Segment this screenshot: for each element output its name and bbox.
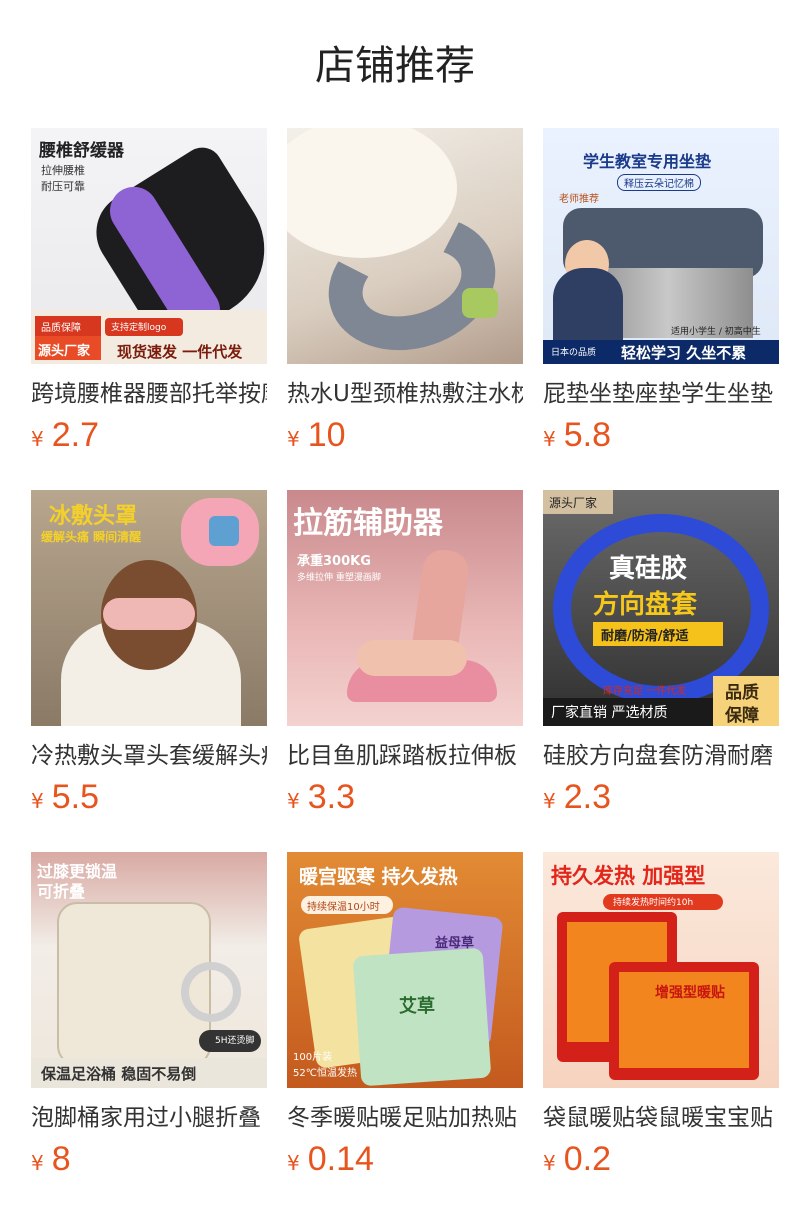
image-banner: 耐磨/防滑/舒适	[601, 629, 689, 644]
image-headline: 持久发热 加强型	[551, 864, 706, 888]
price-value: 8	[51, 1140, 71, 1178]
image-tag: 品质保障	[41, 323, 81, 334]
currency-symbol: ¥	[287, 789, 300, 813]
image-subtext: 持续保温10小时	[307, 902, 380, 913]
currency-symbol: ¥	[543, 789, 556, 813]
currency-symbol: ¥	[287, 1151, 300, 1175]
product-card[interactable]: 源头厂家 真硅胶 方向盘套 耐磨/防滑/舒适 库存充足 一件代发 厂家直销 严选…	[543, 490, 779, 820]
image-temp: 52℃恒温发热	[293, 1068, 357, 1079]
product-price: ¥ 0.2	[543, 1140, 779, 1182]
product-image[interactable]: 学生教室专用坐垫 释压云朵记忆棉 老师推荐 适用小学生 / 初高中生 日本の品质…	[543, 128, 779, 364]
product-price: ¥ 5.8	[543, 416, 779, 458]
image-headline: 冰敷头罩	[49, 504, 138, 529]
currency-symbol: ¥	[287, 427, 300, 451]
product-name[interactable]: 硅胶方向盘套防滑耐磨	[543, 740, 779, 772]
image-subtext: 承重300KG	[297, 554, 371, 569]
image-pkg-label: 增强型暖贴	[655, 985, 725, 1001]
image-subtext: 多维拉伸 重塑漫画脚	[297, 573, 381, 583]
product-grid: 腰椎舒缓器 拉伸腰椎 耐压可靠 品质保障 源头厂家 支持定制logo 现货速发 …	[31, 128, 779, 1182]
product-image[interactable]: 过膝更锁温 可折叠 5H还烫脚 保温足浴桶 稳固不易倒	[31, 852, 267, 1088]
product-card[interactable]: 暖宫驱寒 持久发热 持续保温10小时 艾草 益母草 100片装 52℃恒温发热 …	[287, 852, 523, 1182]
product-price: ¥ 2.3	[543, 778, 779, 820]
image-headline: 方向盘套	[593, 590, 698, 620]
product-card[interactable]: 过膝更锁温 可折叠 5H还烫脚 保温足浴桶 稳固不易倒 泡脚桶家用过小腿折叠 ¥…	[31, 852, 267, 1182]
image-headline: 腰椎舒缓器	[39, 141, 124, 161]
product-image[interactable]: 持久发热 加强型 持续发热时间约10h 增强型暖贴	[543, 852, 779, 1088]
image-chip: 源头厂家	[549, 496, 598, 510]
recommend-page: 店铺推荐 腰椎舒缓器 拉伸腰椎 耐压可靠 品质保障 源头厂家 支持定制logo …	[0, 0, 790, 1232]
image-tag: 源头厂家	[38, 344, 91, 359]
product-card[interactable]: 热水U型颈椎热敷注水枕 ¥ 10	[287, 128, 523, 458]
image-badge: 老师推荐	[559, 194, 599, 205]
product-name[interactable]: 冷热敷头罩头套缓解头痛	[31, 740, 267, 772]
image-pill: 释压云朵记忆棉	[617, 174, 701, 191]
price-value: 2.3	[563, 778, 611, 816]
currency-symbol: ¥	[31, 789, 44, 813]
price-value: 2.7	[51, 416, 99, 454]
image-tag: 支持定制logo	[111, 323, 167, 333]
price-value: 0.14	[307, 1140, 374, 1178]
image-count: 100片装	[293, 1052, 333, 1063]
image-stock: 库存充足 一件代发	[603, 686, 687, 697]
image-headline: 拉筋辅助器	[293, 506, 443, 541]
currency-symbol: ¥	[543, 427, 556, 451]
currency-symbol: ¥	[31, 1151, 44, 1175]
price-value: 5.8	[563, 416, 611, 454]
image-subtext: 拉伸腰椎	[41, 164, 85, 177]
product-name[interactable]: 泡脚桶家用过小腿折叠	[31, 1102, 267, 1134]
product-image[interactable]: 源头厂家 真硅胶 方向盘套 耐磨/防滑/舒适 库存充足 一件代发 厂家直销 严选…	[543, 490, 779, 726]
product-image[interactable]: 冰敷头罩 缓解头痛 瞬间清醒	[31, 490, 267, 726]
product-price: ¥ 10	[287, 416, 523, 458]
product-image[interactable]: 暖宫驱寒 持久发热 持续保温10小时 艾草 益母草 100片装 52℃恒温发热	[287, 852, 523, 1088]
image-badge: 保障	[725, 706, 759, 726]
product-price: ¥ 8	[31, 1140, 267, 1182]
product-name[interactable]: 袋鼠暖贴袋鼠暖宝宝贴	[543, 1102, 779, 1134]
image-badge: 品质	[725, 683, 759, 703]
image-headline: 暖宫驱寒 持久发热	[299, 866, 458, 888]
product-card[interactable]: 腰椎舒缓器 拉伸腰椎 耐压可靠 品质保障 源头厂家 支持定制logo 现货速发 …	[31, 128, 267, 458]
currency-symbol: ¥	[543, 1151, 556, 1175]
image-badge: 5H还烫脚	[215, 1036, 255, 1046]
product-name[interactable]: 冬季暖贴暖足贴加热贴	[287, 1102, 523, 1134]
image-bottom-left: 日本の品质	[551, 348, 597, 358]
image-bottom-text: 厂家直销 严选材质	[551, 705, 668, 721]
image-headline: 真硅胶	[609, 554, 688, 584]
image-bottom-text: 保温足浴桶 稳固不易倒	[41, 1065, 197, 1083]
product-image[interactable]	[287, 128, 523, 364]
image-headline: 可折叠	[37, 882, 86, 901]
product-image[interactable]: 腰椎舒缓器 拉伸腰椎 耐压可靠 品质保障 源头厂家 支持定制logo 现货速发 …	[31, 128, 267, 364]
price-value: 3.3	[307, 778, 355, 816]
image-subtext: 耐压可靠	[41, 180, 85, 193]
image-bottom-text: 轻松学习 久坐不累	[621, 344, 747, 362]
product-card[interactable]: 学生教室专用坐垫 释压云朵记忆棉 老师推荐 适用小学生 / 初高中生 日本の品质…	[543, 128, 779, 458]
product-name[interactable]: 跨境腰椎器腰部托举按摩器	[31, 378, 267, 410]
product-card[interactable]: 持久发热 加强型 持续发热时间约10h 增强型暖贴 袋鼠暖贴袋鼠暖宝宝贴 ¥ 0…	[543, 852, 779, 1182]
product-name[interactable]: 屁垫坐垫座垫学生坐垫	[543, 378, 779, 410]
price-value: 5.5	[51, 778, 99, 816]
product-card[interactable]: 拉筋辅助器 承重300KG 多维拉伸 重塑漫画脚 比目鱼肌踩踏板拉伸板 ¥ 3.…	[287, 490, 523, 820]
product-image[interactable]: 拉筋辅助器 承重300KG 多维拉伸 重塑漫画脚	[287, 490, 523, 726]
page-title: 店铺推荐	[315, 43, 475, 89]
product-price: ¥ 3.3	[287, 778, 523, 820]
product-price: ¥ 5.5	[31, 778, 267, 820]
product-card[interactable]: 冰敷头罩 缓解头痛 瞬间清醒 冷热敷头罩头套缓解头痛 ¥ 5.5	[31, 490, 267, 820]
product-price: ¥ 0.14	[287, 1140, 523, 1182]
image-pack-label: 益母草	[435, 936, 475, 951]
product-name[interactable]: 比目鱼肌踩踏板拉伸板	[287, 740, 523, 772]
currency-symbol: ¥	[31, 427, 44, 451]
product-price: ¥ 2.7	[31, 416, 267, 458]
image-pack-label: 艾草	[399, 996, 435, 1017]
price-value: 10	[307, 416, 346, 454]
image-subtext: 缓解头痛 瞬间清醒	[41, 530, 142, 544]
price-value: 0.2	[563, 1140, 611, 1178]
image-subtext: 持续发热时间约10h	[613, 898, 694, 908]
image-side-text: 适用小学生 / 初高中生	[671, 327, 761, 337]
image-headline: 学生教室专用坐垫	[583, 152, 712, 171]
product-name[interactable]: 热水U型颈椎热敷注水枕	[287, 378, 523, 410]
image-bottom-text: 现货速发 一件代发	[117, 343, 243, 361]
